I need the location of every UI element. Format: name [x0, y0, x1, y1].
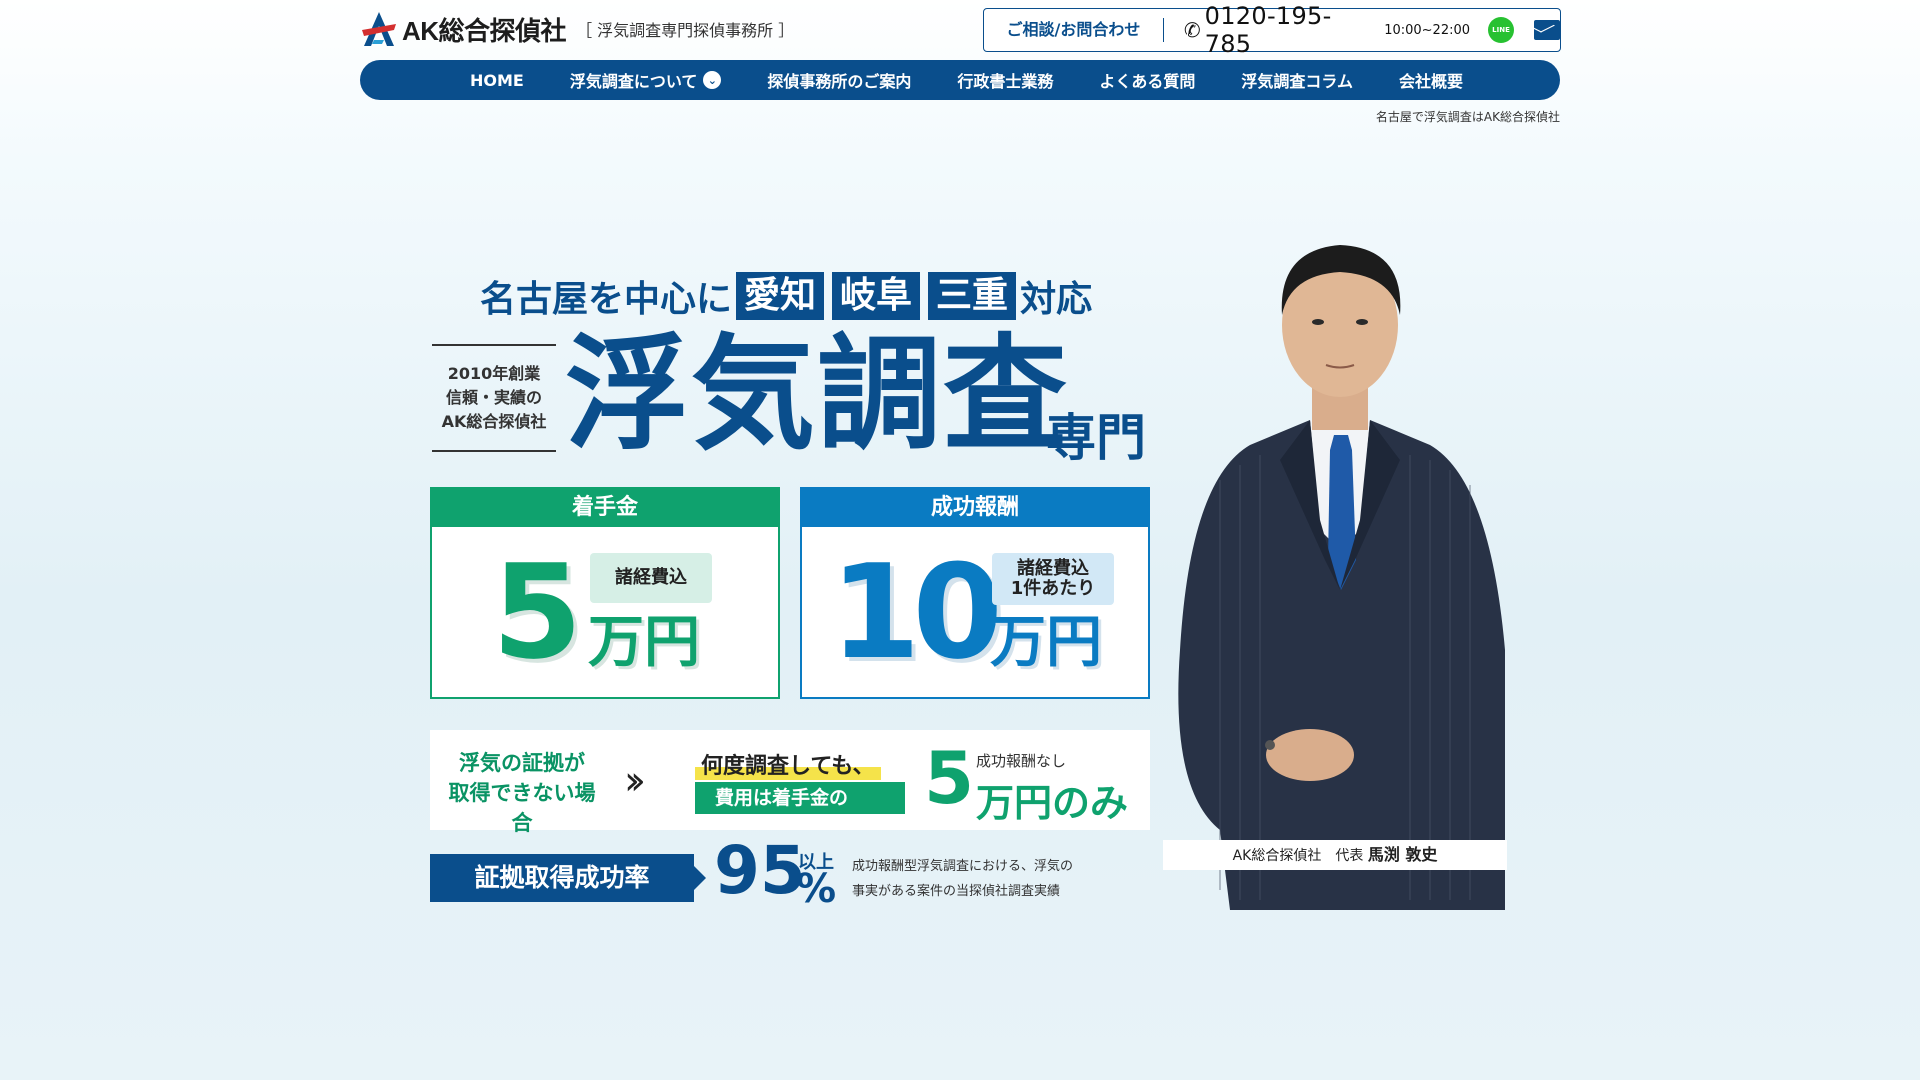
line-label: LINE: [1492, 26, 1510, 34]
guarantee-band: 浮気の証拠が 取得できない場合 ›› 何度調査しても、 費用は着手金の 5 成功…: [430, 730, 1150, 835]
nav-scrivener[interactable]: 行政書士業務: [957, 68, 1053, 92]
nav-about-label: 浮気調査について: [569, 72, 698, 91]
guarantee-condition: 浮気の証拠が 取得できない場合: [442, 748, 602, 838]
est-line-1: 2010年創業: [447, 364, 541, 383]
guarantee-amount: 5: [924, 736, 975, 820]
success-rate-label: 証拠取得成功率: [430, 854, 706, 902]
nav-home[interactable]: HOME: [470, 71, 524, 90]
phone-icon: ✆: [1183, 18, 1201, 42]
caption-company: AK総合探偵社 代表: [1232, 848, 1364, 864]
phone-number[interactable]: 0120-195-785: [1205, 2, 1379, 58]
rate-note-line-2: 事実がある案件の当探偵社調査実績: [852, 884, 1061, 899]
guarantee-unit: 万円のみ: [976, 781, 1129, 825]
area-tag-mie: 三重: [928, 272, 1017, 320]
site-logo[interactable]: AK総合探偵社 ［ 浮気調査専門探偵事務所 ］: [360, 10, 794, 48]
logo-mark-icon: [360, 10, 398, 48]
fee-badge-line-2: 1件あたり: [1010, 578, 1096, 599]
condition-line-2: 取得できない場合: [448, 781, 596, 835]
main-nav: HOME 浮気調査について ⌄ 探偵事務所のご案内 行政書士業務 よくある質問 …: [360, 60, 1560, 100]
success-rate-percent: %: [796, 866, 837, 912]
logo-text: AK総合探偵社: [402, 15, 567, 46]
guarantee-text-2: 費用は着手金の: [695, 782, 905, 814]
fee-badge: 諸経費込: [590, 553, 712, 603]
area-prefix: 名古屋を中心に: [480, 279, 733, 320]
line-icon[interactable]: LINE: [1488, 17, 1515, 43]
hero-title: 浮気調査: [565, 323, 1070, 467]
rate-note-line-1: 成功報酬型浮気調査における、浮気の: [852, 859, 1074, 874]
hero-title-sub: 専門: [1046, 409, 1146, 467]
nav-company[interactable]: 会社概要: [1399, 68, 1463, 92]
fee-unit: 万円: [990, 610, 1102, 675]
success-rate-note: 成功報酬型浮気調査における、浮気の 事実がある案件の当探偵社調査実績: [852, 854, 1112, 904]
success-fee-card: 成功報酬 10 諸経費込 1件あたり 万円: [800, 487, 1150, 699]
retainer-fee-card: 着手金 5 諸経費込 万円: [430, 487, 780, 699]
nav-faq[interactable]: よくある質問: [1099, 68, 1195, 92]
chevron-down-icon[interactable]: ⌄: [703, 71, 722, 89]
fee-unit: 万円: [588, 610, 700, 675]
area-tag-aichi: 愛知: [736, 272, 825, 320]
contact-box: ご相談/お問合わせ ✆ 0120-195-785 10:00~22:00 LIN…: [983, 2, 1561, 58]
guarantee-note: 成功報酬なし: [976, 752, 1067, 770]
tagline: 名古屋で浮気調査はAK総合探偵社: [1375, 110, 1560, 124]
nav-column[interactable]: 浮気調査コラム: [1241, 68, 1353, 92]
logo-subtitle: ［ 浮気調査専門探偵事務所 ］: [576, 21, 795, 40]
nav-about-investigation[interactable]: 浮気調査について ⌄: [570, 68, 722, 92]
est-line-2: 信頼・実績の: [445, 388, 542, 407]
guarantee-text-1: 何度調査しても、: [695, 748, 881, 780]
caption-name: 馬渕 敦史: [1367, 845, 1438, 864]
representative-photo: [1160, 230, 1510, 910]
fee-badge-line-1: 諸経費込: [1017, 558, 1089, 579]
card-header: 成功報酬: [802, 489, 1148, 527]
fee-amount: 5: [492, 536, 583, 688]
mail-icon[interactable]: [1534, 20, 1560, 40]
business-hours: 10:00~22:00: [1384, 22, 1471, 38]
fee-badge: 諸経費込 1件あたり: [992, 553, 1114, 605]
service-area: 名古屋を中心に 愛知 岐阜 三重 対応: [480, 270, 1092, 322]
nav-office-guide[interactable]: 探偵事務所のご案内: [767, 68, 911, 92]
condition-line-1: 浮気の証拠が: [459, 751, 585, 775]
area-tag-gifu: 岐阜: [832, 272, 921, 320]
fee-amount: 10: [830, 536, 1003, 688]
card-header: 着手金: [432, 489, 778, 527]
est-line-3: AK総合探偵社: [441, 412, 547, 431]
representative-caption: AK総合探偵社 代表 馬渕 敦史: [1163, 840, 1507, 870]
establishment-box: 2010年創業 信頼・実績の AK総合探偵社: [432, 344, 556, 452]
success-rate-value: 95: [714, 832, 806, 909]
contact-link[interactable]: ご相談/お問合わせ: [984, 18, 1164, 42]
area-suffix: 対応: [1020, 279, 1093, 320]
